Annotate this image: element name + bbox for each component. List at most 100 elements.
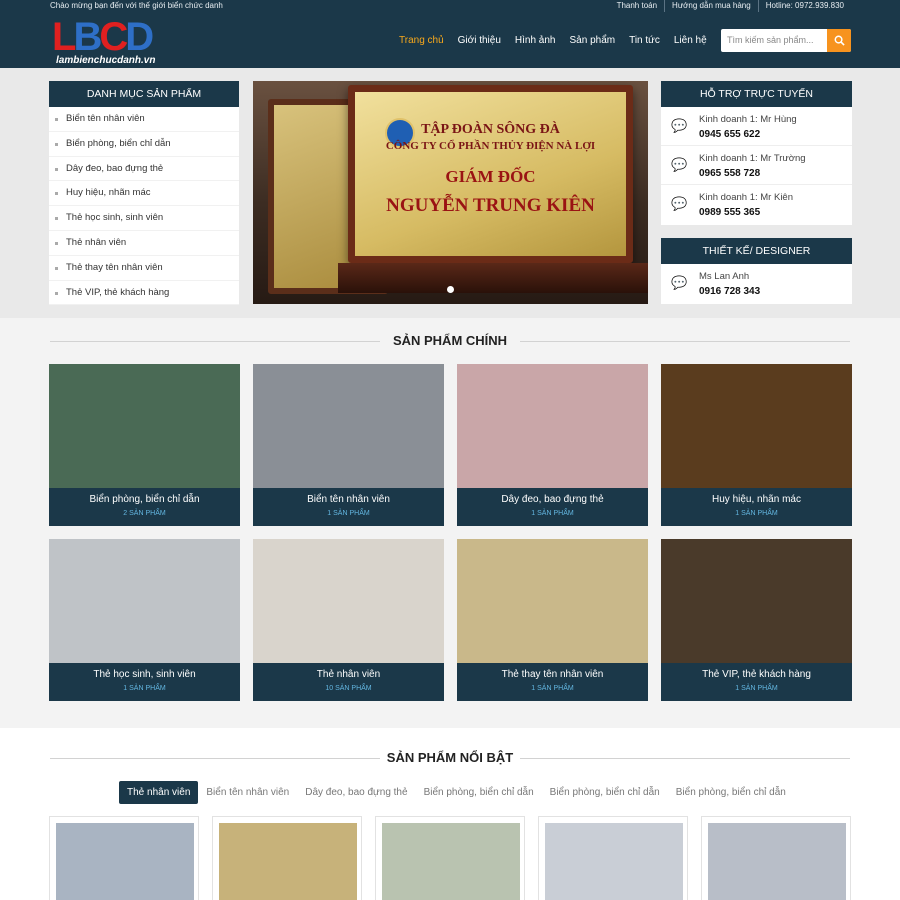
designer-contact: 💬 Ms Lan Anh 0916 728 343 <box>661 264 852 304</box>
category-item[interactable]: Thẻ VIP, thẻ khách hàng <box>49 281 239 306</box>
featured-product-card[interactable] <box>212 816 362 900</box>
online-support-panel: Hỗ trợ trực tuyến 💬 Kinh doanh 1: Mr Hùn… <box>661 81 852 225</box>
payment-link[interactable]: Thanh toán <box>610 0 664 12</box>
buying-guide-link[interactable]: Hướng dẫn mua hàng <box>664 0 758 12</box>
product-card[interactable]: Huy hiệu, nhãn mác 1 SẢN PHẨM <box>661 364 852 526</box>
product-name: Biển phòng, biển chỉ dẫn <box>89 494 200 505</box>
contact-label: Kinh doanh 1: Mr Trường <box>699 153 806 164</box>
nav-home[interactable]: Trang chủ <box>392 35 451 46</box>
featured-product-image <box>708 823 846 900</box>
product-name: Huy hiệu, nhãn mác <box>712 494 801 505</box>
product-card[interactable]: Thẻ VIP, thẻ khách hàng 1 SẢN PHẨM <box>661 539 852 701</box>
plaque-image: TẬP ĐOÀN SÔNG ĐÀ CÔNG TY CỔ PHẦN THỦY ĐI… <box>348 85 633 263</box>
product-name: Biển tên nhân viên <box>307 494 390 505</box>
featured-product-image <box>56 823 194 900</box>
logo-letter: C <box>99 15 128 59</box>
chat-icon: 💬 <box>671 118 688 133</box>
logo-site-name: lambienchucdanh.vn <box>56 55 156 66</box>
category-item[interactable]: Thẻ thay tên nhân viên <box>49 256 239 281</box>
chat-icon: 💬 <box>671 196 688 211</box>
product-card[interactable]: Biển phòng, biển chỉ dẫn 2 SẢN PHẨM <box>49 364 240 526</box>
featured-product-image <box>545 823 683 900</box>
category-item[interactable]: Thẻ nhân viên <box>49 231 239 256</box>
tab-staff-card[interactable]: Thẻ nhân viên <box>119 781 199 804</box>
designer-phone[interactable]: 0916 728 343 <box>699 286 760 297</box>
product-card[interactable]: Dây đeo, bao đựng thẻ 1 SẢN PHẨM <box>457 364 648 526</box>
slider-dot[interactable] <box>447 286 454 293</box>
search-button[interactable] <box>827 29 851 52</box>
top-bar: Chào mừng bạn đến với thế giới biển chức… <box>0 0 900 12</box>
hotline-link[interactable]: Hotline: 0972.939.830 <box>757 0 851 12</box>
site-header: LBCD lambienchucdanh.vn Trang chủ Giới t… <box>0 12 900 68</box>
product-count: 10 SẢN PHẨM <box>325 685 372 692</box>
product-count: 1 SẢN PHẨM <box>531 510 574 517</box>
featured-product-image <box>219 823 357 900</box>
plaque-base <box>338 263 648 293</box>
nav-news[interactable]: Tin tức <box>622 35 667 46</box>
main-products-section: Sản phẩm chính Biển phòng, biển chỉ dẫn … <box>0 318 900 728</box>
category-item[interactable]: Biển phòng, biển chỉ dẫn <box>49 132 239 157</box>
plaque-name: NGUYỄN TRUNG KIÊN <box>386 195 595 216</box>
product-image <box>457 364 648 488</box>
product-card[interactable]: Thẻ thay tên nhân viên 1 SẢN PHẨM <box>457 539 648 701</box>
contact-phone[interactable]: 0989 555 365 <box>699 207 760 218</box>
chat-icon: 💬 <box>671 157 688 172</box>
search-icon <box>834 35 845 46</box>
product-image <box>49 364 240 488</box>
site-logo[interactable]: LBCD lambienchucdanh.vn <box>52 17 174 66</box>
product-image <box>49 539 240 663</box>
support-title: Hỗ trợ trực tuyến <box>661 81 852 107</box>
product-card[interactable]: Thẻ học sinh, sinh viên 1 SẢN PHẨM <box>49 539 240 701</box>
category-item[interactable]: Thẻ học sinh, sinh viên <box>49 206 239 231</box>
tab-room-sign[interactable]: Biển phòng, biển chỉ dẫn <box>668 781 794 804</box>
featured-tabs: Thẻ nhân viên Biển tên nhân viên Dây đeo… <box>119 781 794 804</box>
product-image <box>457 539 648 663</box>
nav-products[interactable]: Sản phẩm <box>563 35 623 46</box>
designer-label: Ms Lan Anh <box>699 271 750 282</box>
nav-images[interactable]: Hình ảnh <box>508 35 563 46</box>
featured-section: Sản phẩm nổi bật Thẻ nhân viên Biển tên … <box>0 728 900 900</box>
product-count: 1 SẢN PHẨM <box>531 685 574 692</box>
logo-mark: LBCD <box>52 17 174 57</box>
product-count: 1 SẢN PHẨM <box>735 510 778 517</box>
featured-product-card[interactable] <box>701 816 851 900</box>
product-count: 1 SẢN PHẨM <box>123 685 166 692</box>
product-name: Thẻ VIP, thẻ khách hàng <box>702 669 811 680</box>
search-input[interactable]: Tìm kiếm sản phẩm... <box>727 29 827 52</box>
tab-lanyard[interactable]: Dây đeo, bao đựng thẻ <box>297 781 415 804</box>
hero-slider[interactable]: TẬP ĐOÀN SÔNG ĐÀ CÔNG TY CỔ PHẦN THỦY ĐI… <box>253 81 648 304</box>
contact-label: Kinh doanh 1: Mr Hùng <box>699 114 797 125</box>
product-image <box>661 364 852 488</box>
product-name: Thẻ học sinh, sinh viên <box>93 669 196 680</box>
product-count: 1 SẢN PHẨM <box>735 685 778 692</box>
product-image <box>253 364 444 488</box>
featured-product-card[interactable] <box>49 816 199 900</box>
featured-product-card[interactable] <box>538 816 688 900</box>
product-card[interactable]: Thẻ nhân viên 10 SẢN PHẨM <box>253 539 444 701</box>
product-name: Thẻ thay tên nhân viên <box>501 669 604 680</box>
nav-about[interactable]: Giới thiệu <box>451 35 508 46</box>
featured-product-card[interactable] <box>375 816 525 900</box>
logo-letter: D <box>125 15 154 59</box>
featured-product-image <box>382 823 520 900</box>
product-name: Dây đeo, bao đựng thẻ <box>501 494 604 505</box>
welcome-text: Chào mừng bạn đến với thế giới biển chức… <box>50 1 223 10</box>
logo-letter: L <box>52 15 77 59</box>
main-products-title: Sản phẩm chính <box>0 333 900 348</box>
tab-name-badge[interactable]: Biển tên nhân viên <box>198 781 297 804</box>
category-item[interactable]: Biển tên nhân viên <box>49 107 239 132</box>
category-item[interactable]: Huy hiệu, nhãn mác <box>49 181 239 207</box>
contact-phone[interactable]: 0965 558 728 <box>699 168 760 179</box>
contact-phone[interactable]: 0945 655 622 <box>699 129 760 140</box>
top-links: Thanh toán Hướng dẫn mua hàng Hotline: 0… <box>610 0 851 12</box>
tab-room-sign[interactable]: Biển phòng, biển chỉ dẫn <box>416 781 542 804</box>
category-menu: Danh mục sản phẩm Biển tên nhân viên Biể… <box>49 81 239 306</box>
product-card[interactable]: Biển tên nhân viên 1 SẢN PHẨM <box>253 364 444 526</box>
category-item[interactable]: Dây đeo, bao đựng thẻ <box>49 157 239 182</box>
tab-room-sign[interactable]: Biển phòng, biển chỉ dẫn <box>542 781 668 804</box>
contact-label: Kinh doanh 1: Mr Kiên <box>699 192 794 203</box>
search-box: Tìm kiếm sản phẩm... <box>721 29 851 52</box>
logo-letter: B <box>73 15 102 59</box>
nav-contact[interactable]: Liên hệ <box>667 35 714 46</box>
product-name: Thẻ nhân viên <box>316 669 381 680</box>
